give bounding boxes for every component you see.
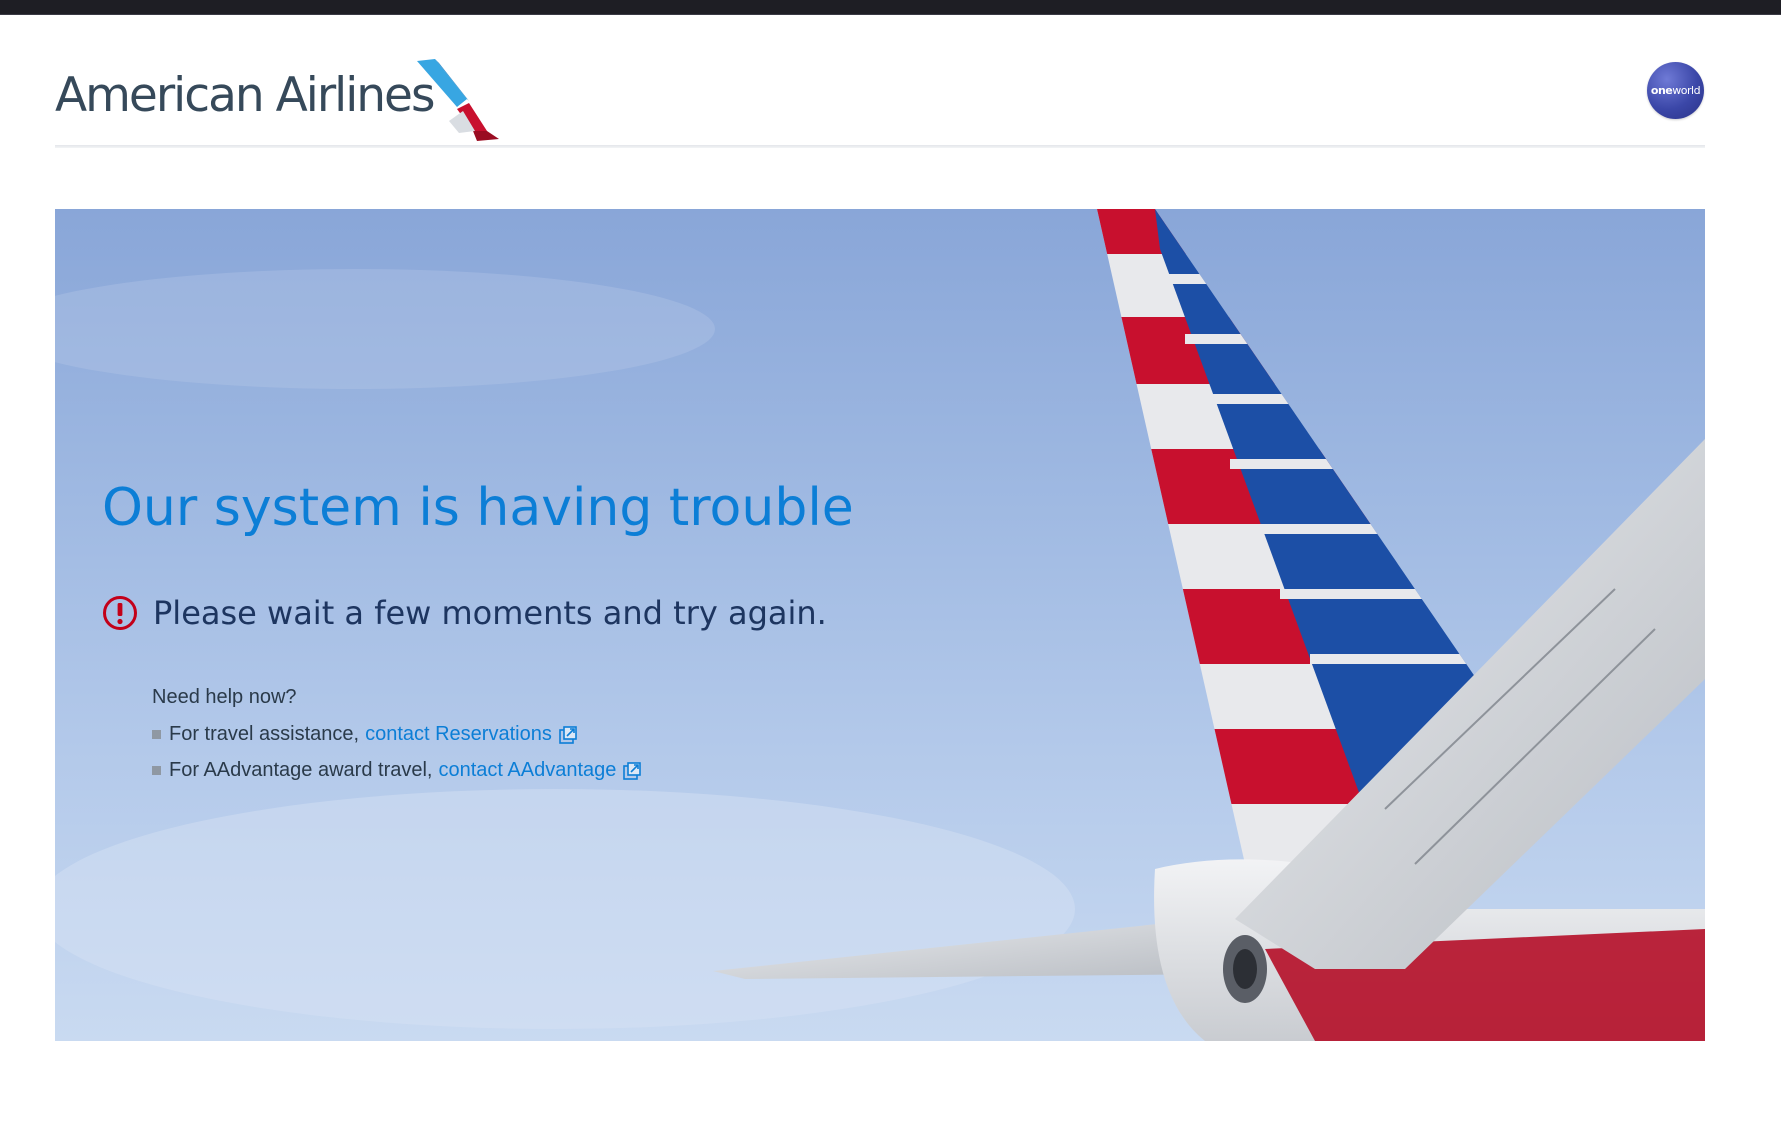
external-link-icon[interactable] [622,761,642,781]
brand-logo-text[interactable]: American Airlines [55,72,435,119]
help-item-text: For AAdvantage award travel, [169,759,433,781]
error-content: Our system is having trouble Please wait… [102,478,862,781]
help-list: For travel assistance, contact Reservati… [152,723,642,782]
error-message-row: Please wait a few moments and try again. [102,594,827,632]
error-message: Please wait a few moments and try again. [153,594,827,632]
exclamation-circle-icon [103,596,137,630]
contact-aadvantage-link[interactable]: contact AAdvantage [438,759,616,782]
help-item-text: For travel assistance, [169,723,360,745]
oneworld-badge[interactable]: one world [1647,62,1704,119]
list-item: For travel assistance, contact Reservati… [152,723,642,746]
oneworld-badge-one: one [1650,84,1673,97]
header-divider [55,145,1705,148]
list-item: For AAdvantage award travel, contact AAd… [152,759,642,782]
external-link-icon[interactable] [558,725,578,745]
bullet-icon [152,766,161,775]
contact-reservations-link[interactable]: contact Reservations [365,723,552,746]
help-section: Need help now? For travel assistance, co… [152,686,642,795]
bullet-icon [152,730,161,739]
error-headline: Our system is having trouble [102,478,854,538]
error-hero: Our system is having trouble Please wait… [55,209,1705,1041]
oneworld-badge-world: world [1672,84,1701,97]
flight-symbol-icon [417,59,499,141]
browser-top-strip [0,0,1781,15]
help-title: Need help now? [152,686,297,708]
site-header: American Airlines one world [55,14,1705,148]
